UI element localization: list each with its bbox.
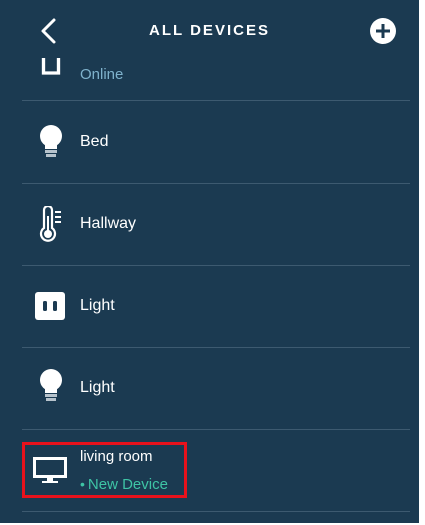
light-bulb-icon [40,125,62,157]
device-row-light-bulb[interactable]: Light [22,347,410,430]
device-name: living room [80,448,153,465]
device-row-light-plug[interactable]: Light [22,265,410,348]
smart-plug-icon [35,292,65,320]
device-row-hallway[interactable]: Hallway [22,183,410,266]
hub-icon [41,58,61,75]
status-dot: • [80,476,85,492]
device-name: Light [80,297,115,314]
tv-icon [33,457,67,483]
device-status: New Device [87,476,168,493]
device-status: Online [80,66,124,83]
device-name: Bed [80,133,109,150]
device-name: Light [80,379,115,396]
device-row-online[interactable]: Online [22,18,410,101]
device-name: Hallway [80,215,137,232]
new-device-status: • New Device [80,476,168,493]
light-bulb-icon [40,369,62,401]
device-row-living-room[interactable]: living room • New Device [22,429,410,512]
devices-screen: ALL DEVICES Online Bed Hallway Light Lig… [0,0,419,523]
thermostat-icon [39,206,61,242]
device-row-bed[interactable]: Bed [22,101,410,184]
